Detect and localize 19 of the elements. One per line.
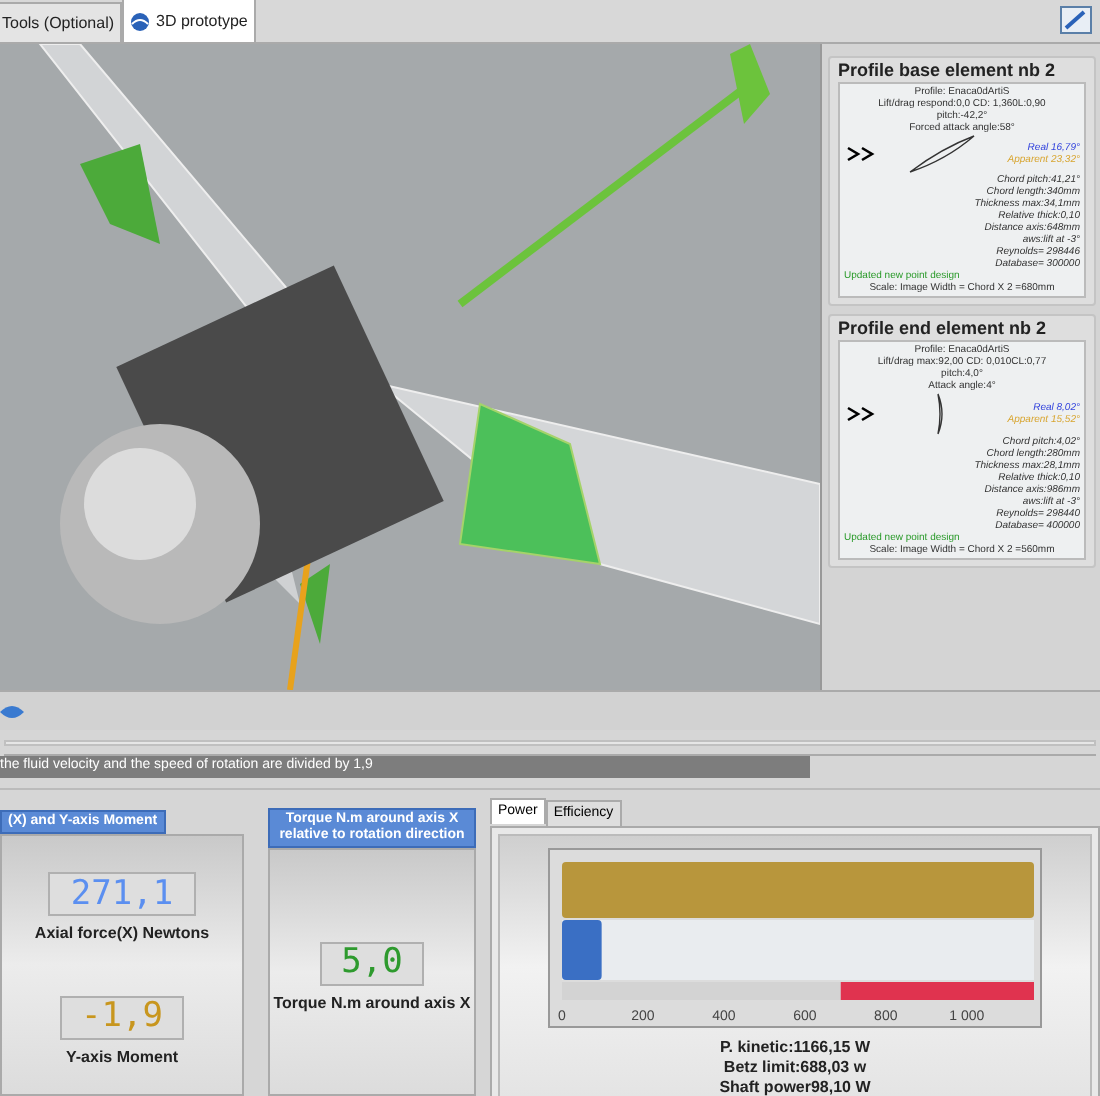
globe-icon: [130, 11, 151, 31]
airfoil-icon: [907, 134, 976, 174]
window-icon[interactable]: [1060, 6, 1092, 34]
tab[interactable]: Tools (Optional): [0, 2, 123, 42]
power-reading: Betz limit:688,03 w: [723, 1058, 867, 1078]
double-chevron-icon: [844, 406, 876, 422]
profile-title: Profile end element nb 2: [838, 316, 1049, 340]
tab[interactable]: 3D prototype: [122, 0, 256, 42]
display-label: Axial force(X) Newtons: [34, 922, 210, 947]
digital-display: 271,1: [48, 872, 196, 917]
profile-title: Profile base element nb 2: [838, 58, 1058, 82]
power-reading: P. kinetic:1166,15 W: [719, 1038, 870, 1058]
digital-display: 5,0: [319, 941, 425, 985]
power-reading: Shaft power98,10 W: [719, 1078, 871, 1096]
display-label: Y-axis Moment: [65, 1045, 178, 1070]
airfoil-icon: [936, 392, 947, 436]
double-chevron-icon: [844, 146, 876, 162]
display-label: Torque N.m around axis X: [273, 991, 471, 1015]
digital-display: -1,9: [59, 995, 185, 1040]
